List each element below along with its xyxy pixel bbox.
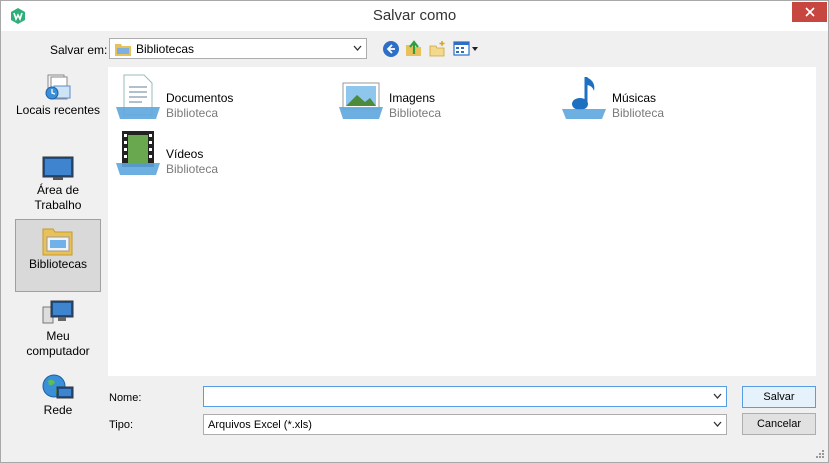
place-label: Área de Trabalho: [34, 183, 82, 212]
lookin-label: Salvar em:: [50, 43, 108, 57]
place-label: Locais recentes: [15, 103, 101, 117]
chevron-down-icon[interactable]: [713, 421, 722, 427]
filetype-dropdown[interactable]: Arquivos Excel (*.xls): [203, 414, 727, 435]
item-name: Imagens: [389, 91, 436, 105]
documents-library-icon: [116, 74, 160, 119]
resize-grip-icon[interactable]: [815, 449, 825, 459]
back-icon[interactable]: [382, 40, 400, 58]
item-type: Biblioteca: [166, 162, 219, 176]
place-libraries[interactable]: Bibliotecas: [15, 219, 101, 292]
close-icon: [804, 7, 815, 17]
recent-places-icon: [45, 74, 71, 100]
filename-combo[interactable]: [203, 386, 727, 407]
item-name: Músicas: [612, 91, 657, 105]
list-item-musicas[interactable]: Músicas Biblioteca: [560, 73, 760, 121]
lookin-value: Bibliotecas: [136, 42, 195, 56]
item-type: Biblioteca: [389, 106, 442, 120]
close-button[interactable]: [792, 2, 827, 22]
place-network[interactable]: Rede: [15, 373, 101, 431]
filetype-value: Arquivos Excel (*.xls): [208, 419, 312, 431]
file-list[interactable]: Documentos Biblioteca Imagens Biblioteca…: [108, 67, 816, 376]
name-label: Nome:: [109, 392, 142, 404]
type-label: Tipo:: [109, 419, 134, 431]
up-folder-icon[interactable]: [405, 40, 423, 58]
computer-icon: [42, 300, 74, 324]
lookin-dropdown[interactable]: Bibliotecas: [109, 38, 367, 59]
list-item-documentos[interactable]: Documentos Biblioteca: [114, 73, 314, 121]
pictures-library-icon: [339, 82, 383, 119]
desktop-icon: [42, 156, 74, 180]
network-icon: [42, 374, 74, 399]
item-type: Biblioteca: [612, 106, 665, 120]
item-type: Biblioteca: [166, 106, 219, 120]
view-menu-icon[interactable]: [453, 40, 479, 58]
libraries-folder-icon: [115, 44, 131, 56]
new-folder-icon[interactable]: [429, 40, 447, 58]
place-desktop[interactable]: Área de Trabalho: [15, 153, 101, 215]
list-item-videos[interactable]: Vídeos Biblioteca: [114, 129, 314, 177]
place-label: Rede: [43, 403, 73, 417]
item-name: Documentos: [166, 91, 234, 105]
title-bar: Salvar como: [1, 1, 828, 31]
place-computer[interactable]: Meu computador: [15, 299, 101, 361]
place-label: Bibliotecas: [28, 257, 88, 271]
places-bar: Locais recentes Área de Trabalho Bibliot…: [15, 67, 101, 432]
save-as-dialog: Salvar como Salvar em: Bibliotecas Locai…: [0, 0, 829, 463]
item-name: Vídeos: [166, 147, 204, 161]
window-title: Salvar como: [372, 7, 457, 24]
music-library-icon: [562, 77, 606, 119]
place-label: Meu computador: [26, 329, 90, 358]
videos-library-icon: [116, 131, 160, 175]
chevron-down-icon: [353, 45, 362, 51]
list-item-imagens[interactable]: Imagens Biblioteca: [337, 73, 537, 121]
chevron-down-icon[interactable]: [713, 393, 722, 399]
cancel-button[interactable]: Cancelar: [742, 413, 816, 435]
save-button[interactable]: Salvar: [742, 386, 816, 408]
libraries-icon: [42, 228, 73, 256]
place-recent[interactable]: Locais recentes: [15, 73, 101, 135]
